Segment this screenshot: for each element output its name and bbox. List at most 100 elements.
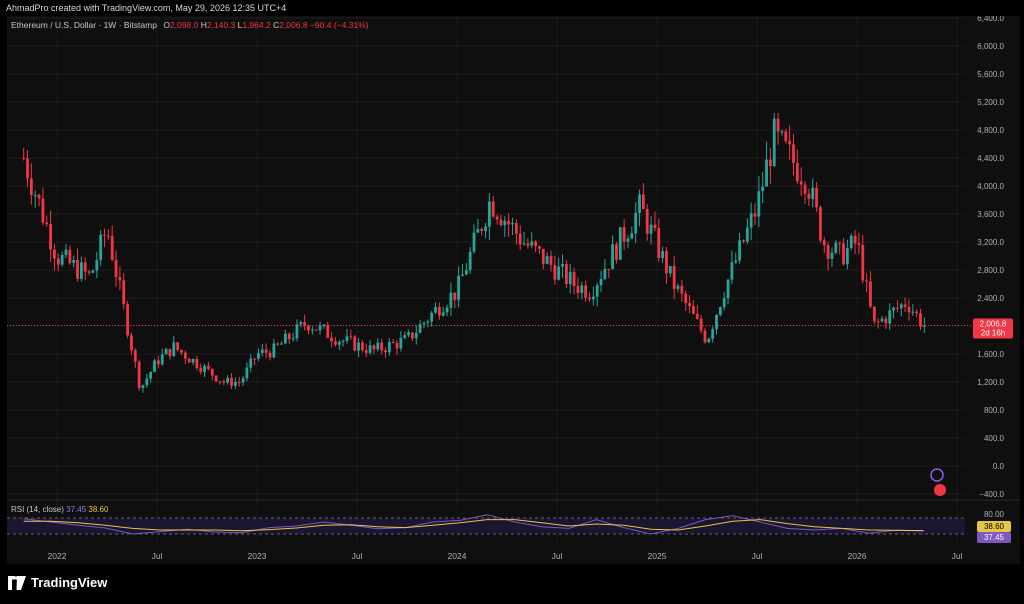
candle-body [445, 307, 449, 313]
candle-body [334, 341, 337, 345]
candle-body [564, 263, 568, 285]
candle-body [257, 352, 260, 359]
candle-body [603, 269, 607, 280]
candle-body [514, 223, 518, 234]
candle-body [191, 358, 195, 363]
candle-body [222, 381, 226, 383]
candle-body [122, 280, 126, 305]
candle-body [437, 307, 441, 316]
y-tick-label: 1,200.0 [977, 378, 1004, 387]
candle-body [133, 350, 137, 362]
candle-body [434, 307, 437, 313]
candle-body [260, 349, 264, 353]
y-tick-label: 4,800.0 [977, 126, 1004, 135]
candle-body [430, 312, 434, 322]
candle-body [195, 358, 199, 369]
candle-body [210, 368, 214, 376]
brand-name: TradingView [31, 575, 108, 590]
candle-body [268, 352, 272, 358]
tradingview-logo[interactable]: TradingView [8, 575, 107, 590]
candle-body [626, 238, 630, 242]
candle-body [399, 338, 403, 349]
candles-group [22, 112, 926, 393]
candle-body [218, 381, 222, 383]
candle-body [326, 324, 330, 338]
candle-body [407, 332, 410, 336]
candle-body [707, 338, 711, 343]
candle-body [441, 312, 445, 316]
candle-body [803, 184, 807, 194]
x-tick-label: 2022 [48, 551, 67, 561]
candle-body [368, 345, 372, 353]
candle-body [183, 352, 187, 359]
rsi-title: RSI (14, close) [11, 505, 64, 514]
candle-body [241, 378, 245, 383]
candle-body [530, 241, 534, 246]
rsi-band [7, 518, 965, 534]
candle-body [907, 306, 911, 313]
candle-body [807, 193, 811, 199]
x-tick-label: Jul [752, 551, 763, 561]
candle-body [753, 213, 757, 217]
candle-body [395, 342, 399, 349]
candle-body [511, 223, 514, 225]
candle-body [780, 131, 784, 133]
candle-body [68, 249, 72, 263]
candle-body [538, 246, 541, 249]
candle-body [830, 252, 834, 259]
candle-body [264, 349, 268, 353]
candle-body [838, 242, 842, 244]
candle-body [349, 336, 353, 338]
candle-body [145, 378, 149, 386]
close-value: 2,006.8 [279, 20, 308, 30]
candle-body [745, 227, 749, 242]
candle-body [237, 382, 241, 384]
candle-body [130, 335, 133, 351]
candle-body [160, 354, 164, 365]
candle-body [896, 307, 899, 309]
candle-body [584, 285, 588, 298]
candle-body [684, 293, 688, 304]
chart-pane[interactable]: 6,400.0 6,000.0 5,600.0 5,200.0 4,800.0 4,400… [7, 14, 1020, 564]
candle-body [757, 191, 761, 217]
candle-body [711, 329, 715, 339]
y-tick-label: 800.0 [984, 406, 1005, 415]
candle-body [137, 361, 141, 389]
candle-body [795, 163, 799, 182]
y-tick-label: 6,400.0 [977, 16, 1004, 23]
y-tick-label: 5,200.0 [977, 98, 1004, 107]
candle-body [176, 342, 180, 350]
candle-body [341, 341, 345, 343]
candle-body [307, 325, 310, 331]
price-chart[interactable]: 6,400.0 6,000.0 5,600.0 5,200.0 4,800.0 4,400… [7, 14, 1020, 564]
candle-body [618, 227, 622, 260]
y-tick-label: 3,600.0 [977, 210, 1004, 219]
candle-body [476, 228, 480, 233]
candle-body [95, 260, 99, 271]
candle-body [156, 360, 160, 365]
candle-body [576, 286, 580, 293]
candle-body [903, 304, 907, 307]
candle-body [199, 368, 203, 372]
y-tick-label: 6,000.0 [977, 42, 1004, 51]
candle-body [676, 285, 680, 289]
candle-body [718, 307, 722, 316]
candle-body [337, 341, 341, 345]
y-tick-label: 4,400.0 [977, 154, 1004, 163]
credit-bar: AhmadPro created with TradingView.com, M… [0, 0, 1024, 16]
candle-body [45, 222, 49, 225]
candle-body [491, 201, 495, 217]
candle-body [768, 159, 772, 167]
x-tick-label: 2024 [448, 551, 467, 561]
candle-body [33, 194, 37, 196]
candle-body [715, 315, 718, 330]
candle-body [649, 224, 653, 234]
y-tick-label: 5,600.0 [977, 70, 1004, 79]
candle-body [53, 249, 56, 259]
candle-body [541, 248, 545, 264]
candle-body [457, 275, 461, 300]
candle-body [692, 306, 695, 314]
symbol-legend: Ethereum / U.S. Dollar · 1W · Bitstamp O… [11, 20, 369, 30]
candle-body [453, 292, 457, 300]
candle-body [784, 131, 788, 141]
